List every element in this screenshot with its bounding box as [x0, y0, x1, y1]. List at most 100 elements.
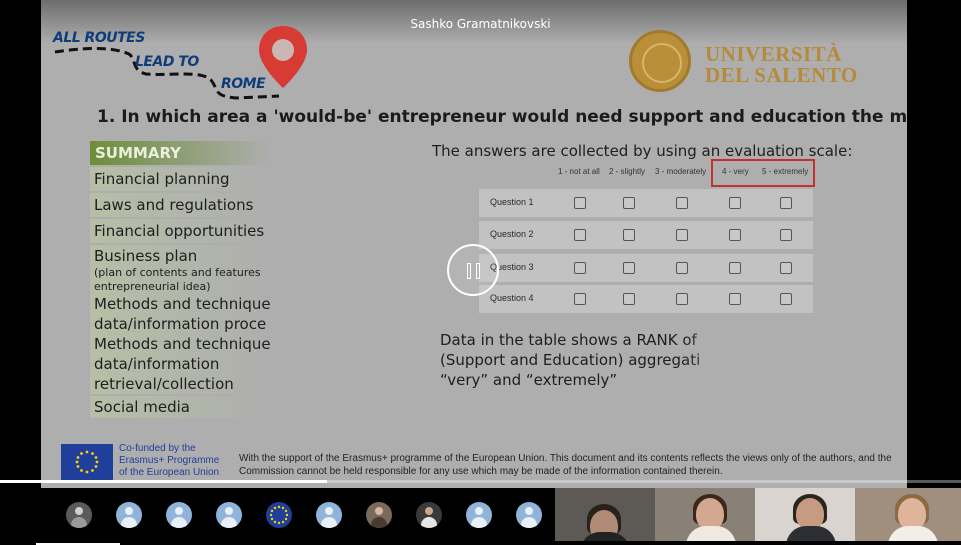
scale-header: 3 - moderately: [655, 167, 707, 176]
video-shirt: [888, 526, 938, 541]
note-line: “very” and “extremely”: [440, 371, 618, 389]
summary-item-title: Business plan: [94, 247, 198, 265]
slide-question: 1. In which area a 'would-be' entreprene…: [97, 107, 907, 127]
participant-avatar[interactable]: [416, 502, 442, 528]
summary-item: Social media: [90, 396, 270, 418]
video-shirt: [580, 532, 630, 541]
avatar-body: [371, 517, 387, 528]
avatar-body: [221, 517, 237, 528]
participant-avatar[interactable]: [516, 502, 542, 528]
rating-checkbox[interactable]: [623, 197, 635, 209]
eu-text-line: Erasmus+ Programme: [119, 455, 220, 466]
video-shirt: [686, 526, 736, 541]
rating-checkbox[interactable]: [676, 262, 688, 274]
progress-fill: [0, 480, 327, 483]
eu-cofunded-text: Co-funded by the Erasmus+ Programme of t…: [119, 443, 219, 479]
avatar-body: [321, 517, 337, 528]
note-fade-overlay: [681, 330, 771, 392]
participant-avatar[interactable]: [316, 502, 342, 528]
video-progress-bar[interactable]: [0, 480, 961, 483]
summary-item-line: retrieval/collection: [94, 375, 234, 393]
evaluation-scale-table: 1 - not at all 2 - slightly 3 - moderate…: [479, 159, 815, 316]
avatar-body: [171, 517, 187, 528]
rating-checkbox[interactable]: [780, 197, 792, 209]
summary-item-business-plan: Business plan (plan of contents and feat…: [90, 245, 270, 294]
rating-checkbox[interactable]: [729, 293, 741, 305]
eu-stars-icon: [269, 505, 289, 525]
avatar-head: [175, 507, 183, 515]
rating-checkbox[interactable]: [676, 197, 688, 209]
scale-header: 1 - not at all: [558, 167, 600, 176]
eu-text-line: of the European Union: [119, 467, 220, 478]
rating-checkbox[interactable]: [780, 293, 792, 305]
summary-item-line: Methods and techniques: [94, 335, 270, 353]
avatar-body: [121, 517, 137, 528]
participant-video-tile[interactable]: [755, 488, 855, 541]
rating-checkbox[interactable]: [676, 293, 688, 305]
rating-checkbox[interactable]: [623, 262, 635, 274]
rating-checkbox[interactable]: [729, 197, 741, 209]
highlight-box: [711, 159, 815, 187]
table-row: Question 1: [479, 189, 813, 217]
rating-checkbox[interactable]: [729, 229, 741, 241]
participant-avatar-eu-flag[interactable]: [266, 502, 292, 528]
rating-checkbox[interactable]: [623, 229, 635, 241]
university-name: UNIVERSITÀ DEL SALENTO: [705, 44, 858, 86]
avatar-head: [525, 507, 533, 515]
summary-item-line: data/information proce: [94, 315, 267, 333]
map-pin-icon: [259, 26, 307, 88]
avatar-head: [475, 507, 483, 515]
answers-title: The answers are collected by using an ev…: [432, 142, 853, 160]
disclaimer-text: With the support of the Erasmus+ program…: [239, 453, 892, 477]
table-row: Question 3: [479, 254, 813, 282]
summary-item-methods-processing: Methods and techniques data/information …: [90, 294, 270, 334]
university-name-line-1: UNIVERSITÀ: [705, 42, 842, 66]
participant-avatar[interactable]: [466, 502, 492, 528]
participant-avatar[interactable]: [216, 502, 242, 528]
summary-item-subtitle: (plan of contents and features: [94, 266, 261, 279]
avatar-head: [325, 507, 333, 515]
eu-text-line: Co-funded by the: [119, 443, 196, 454]
rating-checkbox[interactable]: [780, 229, 792, 241]
pause-bar-icon: [467, 263, 471, 279]
summary-item-subtitle: entrepreneurial idea): [94, 280, 211, 293]
rating-checkbox[interactable]: [676, 229, 688, 241]
summary-list: SUMMARY Financial planning Laws and regu…: [90, 141, 270, 418]
avatar-head: [225, 507, 233, 515]
participant-video-tile[interactable]: [855, 488, 961, 541]
rating-checkbox[interactable]: [780, 262, 792, 274]
avatar-body: [471, 517, 487, 528]
university-name-line-2: DEL SALENTO: [705, 63, 858, 87]
summary-header: SUMMARY: [90, 141, 270, 165]
rating-checkbox[interactable]: [574, 229, 586, 241]
presenter-name: Sashko Gramatnikovski: [410, 17, 551, 31]
rating-checkbox[interactable]: [574, 197, 586, 209]
participant-avatar[interactable]: [366, 502, 392, 528]
table-row: Question 2: [479, 221, 813, 249]
participant-strip: [0, 488, 961, 545]
participant-video-tile[interactable]: [555, 488, 655, 541]
rating-checkbox[interactable]: [574, 293, 586, 305]
avatar-head: [75, 507, 83, 515]
participant-avatar[interactable]: [116, 502, 142, 528]
logo-line-2: LEAD TO: [135, 54, 199, 70]
rating-checkbox[interactable]: [623, 293, 635, 305]
summary-item-line: Methods and techniques: [94, 295, 270, 313]
pause-button[interactable]: [447, 244, 499, 296]
participant-video-tile[interactable]: [655, 488, 755, 541]
eu-flag-icon: [61, 444, 113, 480]
video-shirt: [786, 526, 836, 541]
row-label: Question 2: [490, 229, 534, 239]
summary-item-line: data/information: [94, 355, 220, 373]
rating-checkbox[interactable]: [729, 262, 741, 274]
summary-item-methods-retrieval: Methods and techniques data/information …: [90, 334, 270, 394]
participant-avatar[interactable]: [166, 502, 192, 528]
pause-bar-icon: [476, 263, 480, 279]
avatar-head: [125, 507, 133, 515]
row-label: Question 4: [490, 293, 534, 303]
avatar-body: [521, 517, 537, 528]
participant-avatar[interactable]: [66, 502, 92, 528]
summary-item: Financial opportunities: [90, 219, 270, 243]
scale-header: 2 - slightly: [609, 167, 646, 176]
rating-checkbox[interactable]: [574, 262, 586, 274]
